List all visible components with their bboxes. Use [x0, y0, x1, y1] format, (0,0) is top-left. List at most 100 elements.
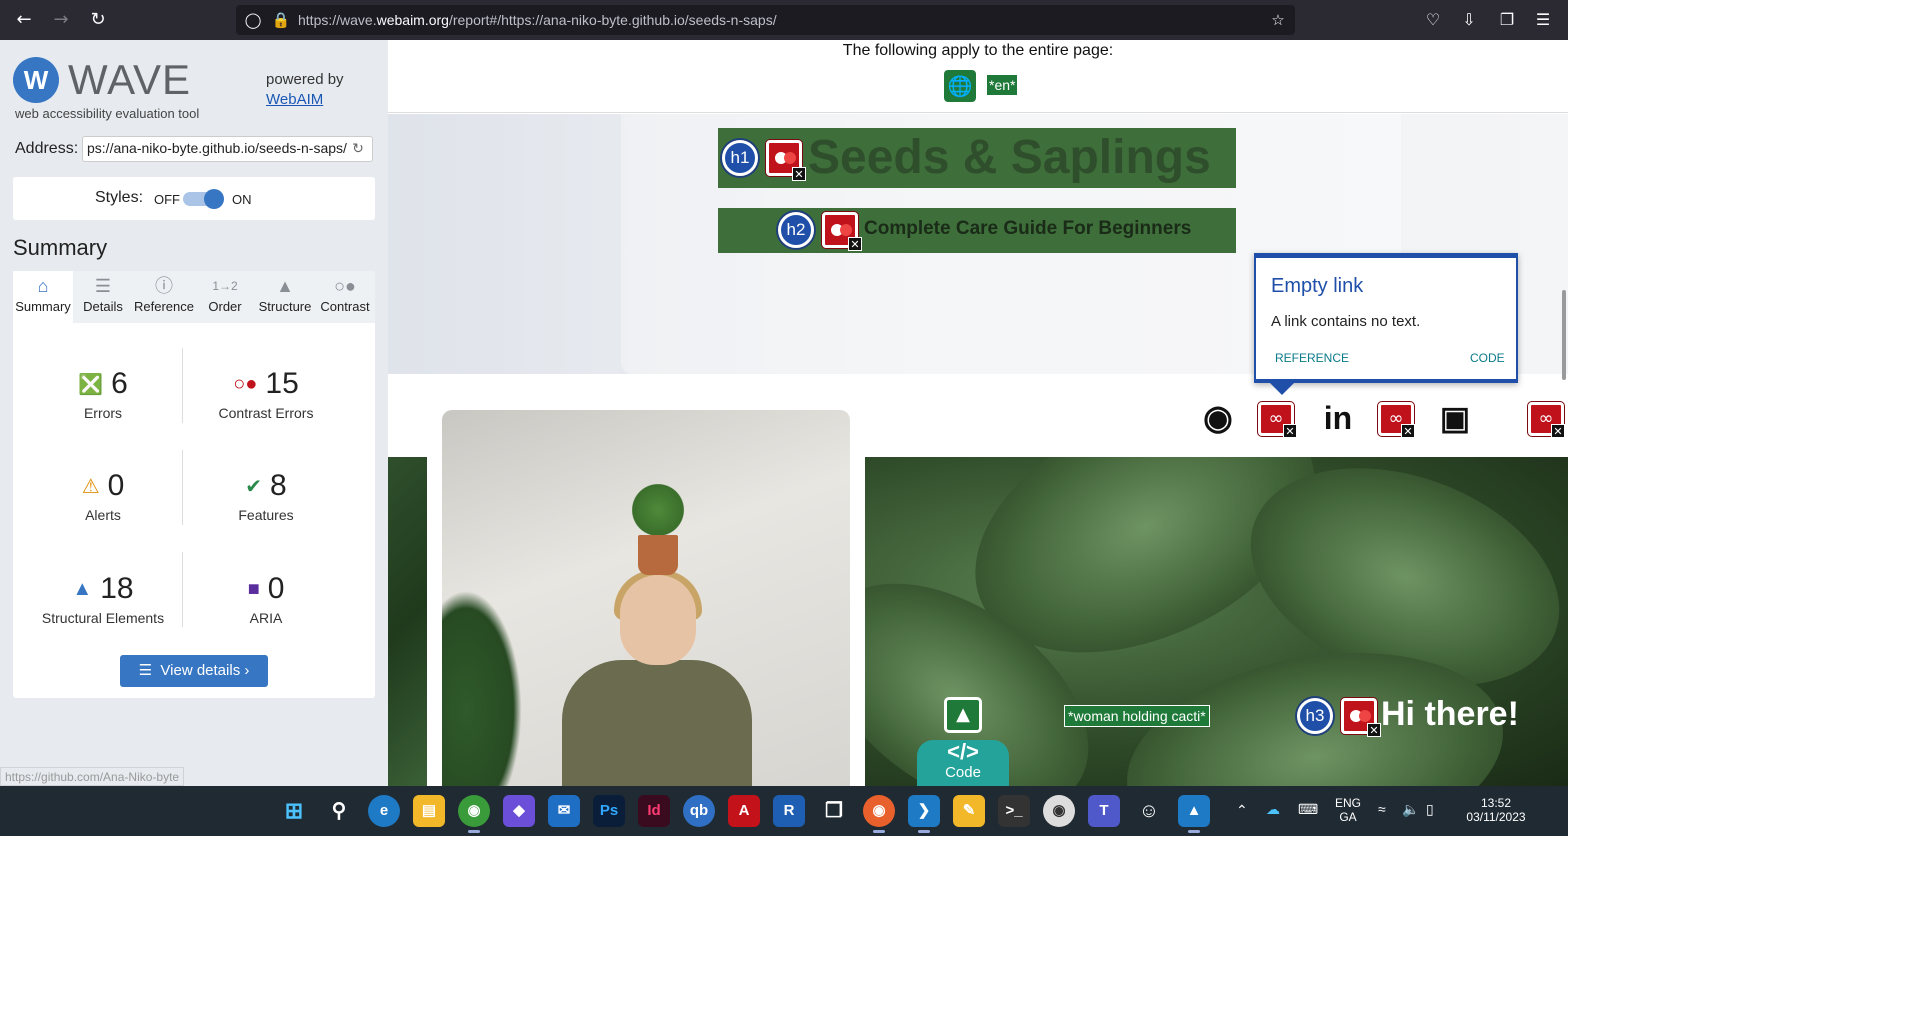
- clock-date: 03/11/2023: [1466, 810, 1526, 824]
- structure-icon: ▲: [72, 577, 93, 600]
- clock[interactable]: 13:52 03/11/2023: [1456, 796, 1536, 824]
- background-leaves-left: [388, 457, 427, 786]
- qbittorrent-icon[interactable]: qb: [683, 795, 715, 827]
- download-icon[interactable]: ⇩: [1458, 9, 1480, 31]
- pocket-icon[interactable]: ♡: [1422, 9, 1444, 31]
- onedrive-icon[interactable]: ☁: [1266, 801, 1280, 818]
- search-icon[interactable]: ⚲: [323, 795, 355, 827]
- wave-logo-text: WAVE: [68, 56, 192, 103]
- tab-reference[interactable]: ⓘ Reference: [133, 271, 195, 323]
- list-icon: ☰: [138, 662, 161, 679]
- address-reload-icon[interactable]: ↻: [348, 139, 368, 159]
- copilot-icon[interactable]: ◆: [503, 795, 535, 827]
- tab-summary[interactable]: ⌂ Summary: [13, 271, 73, 323]
- keyboard-icon[interactable]: ⌨: [1298, 801, 1318, 818]
- webaim-link[interactable]: WebAIM: [266, 91, 323, 108]
- address-label: Address:: [15, 140, 79, 157]
- volume-icon[interactable]: 🔈: [1402, 801, 1419, 818]
- tab-label: Details: [83, 299, 123, 314]
- image-alt-icon[interactable]: ▲: [944, 697, 982, 733]
- tab-label: Summary: [15, 299, 71, 314]
- language-top: ENG: [1334, 796, 1361, 810]
- photos-icon[interactable]: ▲: [1178, 795, 1210, 833]
- errors-stat[interactable]: ❎ 6 Errors: [18, 367, 188, 421]
- close-icon: ✕: [1283, 424, 1297, 438]
- extensions-icon[interactable]: ❐: [1496, 9, 1518, 31]
- h3-badge[interactable]: h3: [1297, 698, 1333, 734]
- back-icon[interactable]: ←: [12, 8, 36, 32]
- tab-contrast[interactable]: ○● Contrast: [315, 271, 375, 323]
- photoshop-icon[interactable]: Ps: [593, 795, 625, 827]
- file-explorer-icon[interactable]: ▤: [413, 795, 445, 827]
- start-icon[interactable]: ⊞: [278, 795, 310, 827]
- tab-details[interactable]: ☰ Details: [73, 271, 133, 323]
- reload-icon[interactable]: ↻: [86, 8, 110, 32]
- page-level-band: The following apply to the entire page: …: [388, 40, 1568, 113]
- view-details-button[interactable]: ☰ View details ›: [120, 655, 268, 687]
- chevron-up-icon[interactable]: ⌃: [1236, 802, 1248, 819]
- close-icon: ✕: [1401, 424, 1415, 438]
- language-bottom: GA: [1339, 810, 1357, 824]
- code-toggle-button[interactable]: </> Code: [917, 740, 1009, 786]
- shield-icon[interactable]: ◯: [243, 10, 263, 30]
- styles-toggle-box: Styles: OFF ON: [13, 177, 375, 220]
- panel-tabs: ⌂ Summary ☰ Details ⓘ Reference 1→2 Order ▲ S…: [13, 271, 375, 323]
- battery-icon[interactable]: ▯: [1426, 801, 1434, 818]
- tab-label: Structure: [258, 299, 312, 314]
- address-input[interactable]: ps://ana-niko-byte.github.io/seeds-n-sap…: [82, 136, 373, 162]
- h1-badge[interactable]: h1: [722, 140, 758, 176]
- code-icon: </>: [947, 739, 979, 764]
- mail-icon[interactable]: ✉: [548, 795, 580, 827]
- terminal-icon[interactable]: >_: [998, 795, 1030, 827]
- autocad-icon[interactable]: A: [728, 795, 760, 827]
- menu-icon[interactable]: ☰: [1532, 9, 1554, 31]
- github-icon[interactable]: ◉: [1198, 398, 1238, 438]
- tab-structure[interactable]: ▲ Structure: [255, 271, 315, 323]
- vscode-icon[interactable]: ❯: [908, 795, 940, 833]
- aria-stat[interactable]: ■ 0 ARIA: [181, 572, 351, 626]
- revit-icon[interactable]: R: [773, 795, 805, 827]
- linkedin-icon[interactable]: in: [1318, 398, 1358, 438]
- features-label: Features: [238, 507, 294, 523]
- structural-stat[interactable]: ▲ 18 Structural Elements: [18, 572, 188, 626]
- contrast-errors-stat[interactable]: ○● 15 Contrast Errors: [181, 367, 351, 421]
- instagram-icon[interactable]: ▣: [1435, 398, 1475, 438]
- notepad-icon[interactable]: ✎: [953, 795, 985, 827]
- edge-icon[interactable]: e: [368, 795, 400, 827]
- teams-icon[interactable]: T: [1088, 795, 1120, 827]
- alerts-stat[interactable]: ⚠ 0 Alerts: [18, 469, 188, 523]
- photo-figure-body: [562, 660, 752, 786]
- alert-icon: ⚠: [81, 475, 100, 498]
- h2-badge[interactable]: h2: [778, 212, 814, 248]
- url-domain: webaim.org: [376, 12, 449, 28]
- feature-check-icon: ✔: [245, 475, 263, 498]
- tooltip-title: Empty link: [1271, 275, 1364, 297]
- url-prefix: https://wave.: [298, 12, 377, 28]
- list-icon: ☰: [94, 276, 112, 296]
- chrome-icon[interactable]: ◉: [458, 795, 490, 833]
- close-icon: ✕: [792, 167, 806, 181]
- url-text[interactable]: https://wave.webaim.org/report#/https://…: [298, 12, 777, 28]
- evaluated-page: The following apply to the entire page: …: [388, 40, 1568, 786]
- lock-icon[interactable]: 🔒: [271, 10, 291, 30]
- tooltip-reference-link[interactable]: REFERENCE: [1275, 351, 1349, 365]
- forward-icon[interactable]: →: [49, 8, 73, 32]
- structural-label: Structural Elements: [41, 610, 165, 626]
- url-bar[interactable]: ◯ 🔒 https://wave.webaim.org/report#/http…: [236, 5, 1295, 35]
- star-icon[interactable]: ☆: [1268, 10, 1288, 30]
- language-indicator[interactable]: ENG GA: [1332, 796, 1364, 824]
- language-globe-icon[interactable]: 🌐: [944, 70, 976, 102]
- tab-order[interactable]: 1→2 Order: [195, 271, 255, 323]
- features-stat[interactable]: ✔ 8 Features: [181, 469, 351, 523]
- firefox-icon[interactable]: ◉: [863, 795, 895, 833]
- styles-toggle-knob[interactable]: [204, 189, 224, 209]
- indesign-icon[interactable]: Id: [638, 795, 670, 827]
- emoji-icon[interactable]: ☺: [1133, 795, 1165, 827]
- inkscape-icon[interactable]: ◉: [1043, 795, 1075, 827]
- 3d-box-icon[interactable]: ❐: [818, 795, 850, 827]
- wifi-icon[interactable]: ≈: [1378, 801, 1386, 817]
- wave-logo-icon: W: [13, 57, 59, 103]
- tooltip-code-link[interactable]: CODE: [1470, 351, 1505, 365]
- structure-icon: ▲: [276, 276, 294, 296]
- page-scrollbar[interactable]: [1562, 290, 1566, 380]
